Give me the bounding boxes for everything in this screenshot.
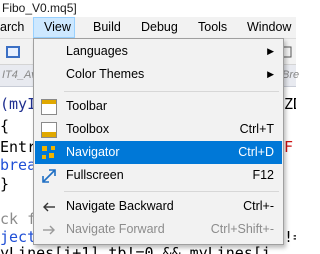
menu-item-label: Languages — [66, 44, 128, 58]
code-right-3: F, — [284, 138, 296, 156]
menu-tools[interactable]: Tools — [198, 17, 227, 38]
submenu-arrow-icon: ▶ — [267, 69, 274, 79]
navigator-icon — [41, 145, 57, 161]
menu-item-toolbox[interactable]: Toolbox Ctrl+T — [35, 118, 282, 141]
menu-search[interactable]: arch — [0, 17, 24, 38]
menu-item-label: Navigate Backward — [66, 199, 174, 213]
menu-separator — [64, 91, 279, 92]
menu-item-shortcut: Ctrl+D — [238, 145, 274, 159]
menu-view[interactable]: View — [33, 17, 75, 38]
toolbar-left-icon-glyph — [6, 46, 20, 58]
menu-item-label: Toolbar — [66, 99, 107, 113]
menu-item-color-themes[interactable]: Color Themes ▶ — [35, 63, 282, 86]
menu-separator — [64, 191, 279, 192]
code-right-8: != — [284, 228, 296, 246]
arrow-right-icon — [41, 222, 57, 238]
menu-item-navigate-forward[interactable]: Navigate Forward Ctrl+Shift+- — [35, 218, 282, 241]
menu-item-shortcut: F12 — [252, 168, 274, 182]
menu-item-label: Toolbox — [66, 122, 110, 136]
tab-left[interactable]: IT4_Av — [2, 69, 37, 81]
toolbar-icon — [41, 99, 57, 115]
menu-item-label: Color Themes — [66, 67, 145, 81]
tab-right[interactable]: Bre — [282, 69, 299, 81]
menu-item-label: Navigator — [66, 145, 120, 159]
code-line-1: (myI — [0, 95, 37, 113]
toolbox-icon — [41, 122, 57, 138]
code-line-5: } — [0, 175, 10, 193]
menu-item-languages[interactable]: Languages ▶ — [35, 40, 282, 63]
arrow-left-icon — [41, 199, 57, 215]
menu-bar: arch View Build Debug Tools Window — [0, 17, 296, 39]
menu-debug[interactable]: Debug — [141, 17, 178, 38]
menu-item-shortcut: Ctrl+Shift+- — [210, 222, 274, 236]
menu-window[interactable]: Window — [247, 17, 291, 38]
fullscreen-icon — [41, 168, 57, 184]
menu-item-toolbar[interactable]: Toolbar — [35, 95, 282, 118]
code-right-1: ZD — [284, 95, 296, 113]
menu-item-fullscreen[interactable]: Fullscreen F12 — [35, 164, 282, 187]
menu-build[interactable]: Build — [93, 17, 121, 38]
menu-item-shortcut: Ctrl+- — [243, 199, 274, 213]
submenu-arrow-icon: ▶ — [267, 46, 274, 56]
window-title: Fibo_V0.mq5] — [0, 0, 296, 17]
view-menu-dropdown: Languages ▶ Color Themes ▶ Toolbar Toolb… — [33, 38, 284, 245]
menu-item-navigator[interactable]: Navigator Ctrl+D — [35, 141, 282, 164]
menu-item-label: Fullscreen — [66, 168, 124, 182]
menu-item-label: Navigate Forward — [66, 222, 165, 236]
menu-item-navigate-backward[interactable]: Navigate Backward Ctrl+- — [35, 195, 282, 218]
menu-item-shortcut: Ctrl+T — [239, 122, 274, 136]
toolbar-left-icon[interactable] — [4, 43, 22, 61]
